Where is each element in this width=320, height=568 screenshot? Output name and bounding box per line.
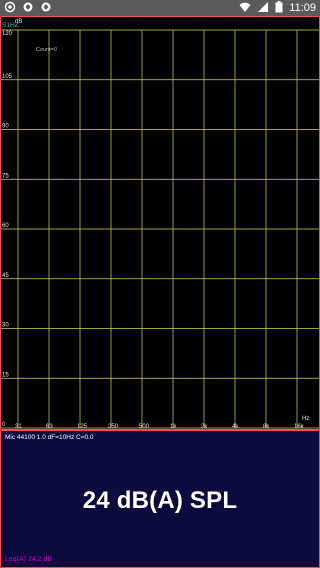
y-tick-label: 75 <box>2 173 9 179</box>
battery-icon <box>275 0 283 16</box>
y-tick-label: 120 <box>2 31 13 37</box>
settings-icon <box>22 1 34 13</box>
y-tick-label: 60 <box>2 223 9 229</box>
y-tick-label: 105 <box>2 74 13 80</box>
y-tick-label: 90 <box>2 124 9 130</box>
leq-level: Leq(A) 24.2 dB <box>5 556 53 563</box>
series-label: S1HZ <box>2 22 19 29</box>
mic-settings-text: Mic 44100 1.0 dF=10Hz C=0.0 <box>5 434 94 441</box>
spl-level: 24 dB(A) SPL <box>82 487 238 514</box>
y-tick-label: 15 <box>2 372 9 378</box>
x-axis-unit: Hz <box>302 416 309 422</box>
y-tick-label: 30 <box>2 323 9 329</box>
count-label: Count=0 <box>36 47 57 53</box>
spectrum-chart: 1201059075604530150 31 63 125 250 500 1k 2k 4k 8… <box>0 16 320 430</box>
wifi-icon <box>239 1 251 16</box>
status-bar: 11:09 <box>0 0 320 16</box>
record-icon <box>4 1 16 13</box>
clock: 11:09 <box>289 2 316 14</box>
spl-panel: Mic 44100 1.0 dF=10Hz C=0.0 24 dB(A) SPL… <box>0 430 320 568</box>
chart-frame <box>0 16 320 430</box>
y-tick-label: 45 <box>2 273 9 279</box>
y-tick-label: 0 <box>2 422 6 428</box>
settings-icon-2 <box>40 1 52 13</box>
signal-icon <box>257 1 269 16</box>
